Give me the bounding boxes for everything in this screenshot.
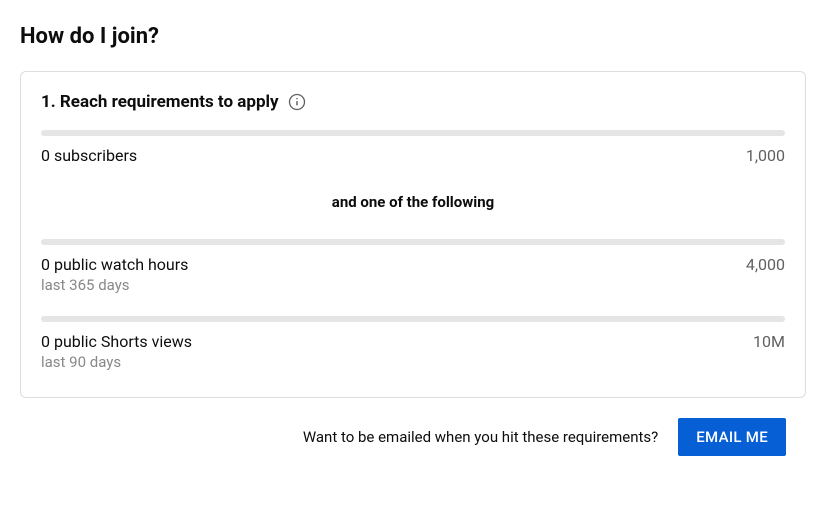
card-header: 1. Reach requirements to apply: [41, 92, 785, 112]
shorts-views-sub: last 90 days: [41, 353, 192, 371]
watch-hours-target: 4,000: [746, 255, 785, 274]
watch-hours-label: 0 public watch hours: [41, 255, 188, 274]
info-icon[interactable]: [287, 92, 307, 112]
email-prompt-row: Want to be emailed when you hit these re…: [20, 418, 806, 456]
page-title: How do I join?: [20, 24, 806, 49]
subscribers-label: 0 subscribers: [41, 146, 137, 165]
shorts-views-requirement: 0 public Shorts views last 90 days 10M: [41, 332, 785, 371]
shorts-views-progress-bar: [41, 316, 785, 322]
subscribers-requirement: 0 subscribers 1,000: [41, 146, 785, 165]
email-me-button[interactable]: EMAIL ME: [678, 418, 786, 456]
watch-hours-requirement: 0 public watch hours last 365 days 4,000: [41, 255, 785, 294]
requirements-card: 1. Reach requirements to apply 0 subscri…: [20, 71, 806, 398]
separator-text: and one of the following: [41, 193, 785, 211]
email-prompt-text: Want to be emailed when you hit these re…: [303, 428, 658, 446]
shorts-views-label: 0 public Shorts views: [41, 332, 192, 351]
watch-hours-sub: last 365 days: [41, 276, 188, 294]
subscribers-progress-bar: [41, 130, 785, 136]
shorts-views-target: 10M: [753, 332, 785, 351]
watch-hours-progress-bar: [41, 239, 785, 245]
subscribers-target: 1,000: [746, 146, 785, 165]
card-title: 1. Reach requirements to apply: [41, 92, 279, 112]
